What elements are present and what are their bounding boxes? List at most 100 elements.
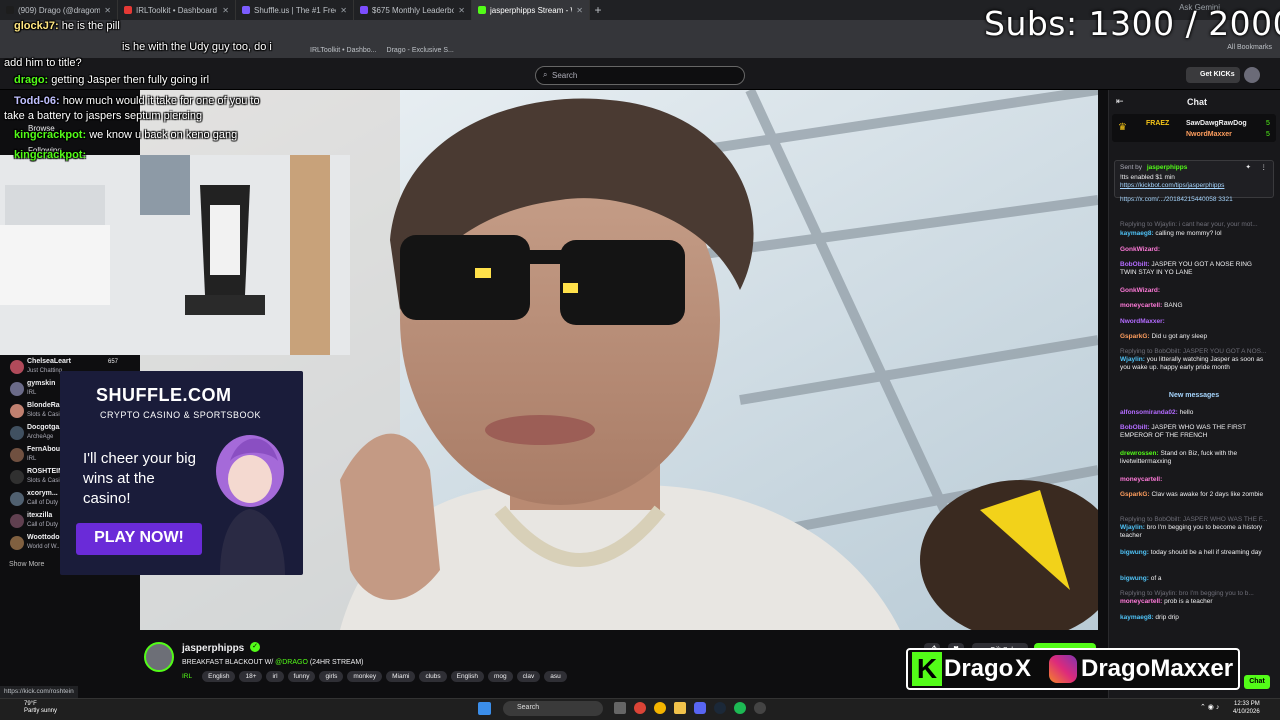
taskbar-clock[interactable]: 12:33 PM 4/10/2026 xyxy=(1233,700,1260,716)
stream-tag[interactable]: 18+ xyxy=(239,671,263,682)
chat-username[interactable]: bigwung: xyxy=(1120,575,1149,582)
chat-send-button[interactable]: Chat xyxy=(1244,675,1270,689)
chat-username[interactable]: kaymaeg8: xyxy=(1120,230,1154,237)
shuffle-ad[interactable]: SHUFFLE.COM CRYPTO CASINO & SPORTSBOOK I… xyxy=(60,371,303,575)
browser-tab[interactable]: Shuffle.us | The #1 Free to Play ✕ xyxy=(236,0,354,20)
chat-username[interactable]: kaymaeg8: xyxy=(1120,614,1154,621)
pinned-link[interactable]: https://kickbot.com/tips/jasperphipps xyxy=(1120,182,1268,189)
streamer-name[interactable]: jasperphipps xyxy=(182,643,244,654)
pinned-user[interactable]: jasperphipps xyxy=(1147,164,1187,171)
stream-tag[interactable]: irl xyxy=(266,671,284,682)
category-link[interactable]: IRL xyxy=(180,671,198,682)
new-messages-divider[interactable]: New messages xyxy=(1116,392,1272,399)
chat-message[interactable]: https://x.com/.../20184215440058 3321 xyxy=(1120,196,1270,204)
chat-username[interactable]: BobObilt: xyxy=(1120,261,1150,268)
explorer-icon[interactable] xyxy=(674,702,686,714)
chat-username[interactable]: moneycartell: xyxy=(1120,598,1162,605)
chat-message[interactable]: moneycartell: BANG xyxy=(1120,302,1270,310)
stream-tag[interactable]: funny xyxy=(287,671,316,682)
chat-message[interactable]: bigwung: today should be a hell if strea… xyxy=(1120,549,1270,557)
collapse-chat-icon[interactable]: ⇤ xyxy=(1116,96,1124,107)
stream-tag[interactable]: Miami xyxy=(386,671,416,682)
steam-icon[interactable] xyxy=(714,702,726,714)
close-tab-icon[interactable]: ✕ xyxy=(104,6,111,15)
task-view-icon[interactable] xyxy=(614,702,626,714)
close-tab-icon[interactable]: ✕ xyxy=(576,6,583,15)
stream-tags: IRL English 18+ irl funny girls monkey Miami cl… xyxy=(180,671,567,682)
chat-message[interactable]: drewrossen: Stand on Biz, fuck with the … xyxy=(1120,450,1270,466)
chat-username[interactable]: BobObilt: xyxy=(1120,424,1150,431)
system-tray[interactable]: ⌃ ◉ ♪ xyxy=(1200,703,1219,711)
browser-tab[interactable]: IRLToolkit • Dashboard ✕ xyxy=(118,0,236,20)
taskbar-search[interactable]: Search xyxy=(503,701,603,716)
channel-category: IRL xyxy=(27,390,37,396)
chat-username[interactable]: Wjaylin: xyxy=(1120,524,1145,531)
stream-tag[interactable]: clubs xyxy=(419,671,447,682)
spotify-icon[interactable] xyxy=(734,702,746,714)
chat-message[interactable]: kaymaeg8: calling me mommy? lol xyxy=(1120,230,1270,238)
chat-message[interactable]: bigwung: of a xyxy=(1120,575,1270,583)
obs-icon[interactable] xyxy=(754,702,766,714)
chat-message[interactable]: GonkWizard: xyxy=(1120,287,1270,295)
browser-tab[interactable]: $675 Monthly Leaderboard | D✕ xyxy=(354,0,472,20)
chat-username[interactable]: GsparkG: xyxy=(1120,491,1150,498)
chrome-icon[interactable] xyxy=(634,702,646,714)
chat-message[interactable]: Wjaylin: bro I'm begging you to become a… xyxy=(1120,524,1270,540)
weather-widget[interactable]: 79°F Partly sunny xyxy=(24,701,57,715)
anime-mascot-icon xyxy=(216,435,285,575)
play-now-button[interactable]: PLAY NOW! xyxy=(76,523,202,555)
chat-username[interactable]: bigwung: xyxy=(1120,549,1149,556)
start-icon[interactable] xyxy=(478,702,491,715)
stream-tag[interactable]: English xyxy=(202,671,236,682)
chat-username[interactable]: moneycartell: xyxy=(1120,476,1162,483)
bookmark-irltoolkit[interactable]: IRLToolkit • Dashbo... xyxy=(310,47,377,54)
overlay-chat-user: glockJ7: xyxy=(14,20,59,32)
search-input[interactable]: Search xyxy=(535,66,745,85)
overlay-chat-user: Todd-06: xyxy=(14,95,60,107)
bookmark-drago[interactable]: Drago - Exclusive S... xyxy=(387,47,454,54)
pin-icon[interactable]: ✦ xyxy=(1246,163,1251,171)
new-tab-button[interactable]: + xyxy=(590,3,606,17)
stream-tag[interactable]: English xyxy=(450,671,484,682)
chat-message[interactable]: GsparkG: Did u got any sleep xyxy=(1120,333,1270,341)
close-tab-icon[interactable]: ✕ xyxy=(222,6,229,15)
close-tab-icon[interactable]: ✕ xyxy=(458,6,465,15)
chrome-alt-icon[interactable] xyxy=(654,702,666,714)
more-icon[interactable]: ⋮ xyxy=(1261,163,1268,171)
show-more-link[interactable]: Show More xyxy=(9,561,44,568)
stream-tag[interactable]: clav xyxy=(516,671,541,682)
close-tab-icon[interactable]: ✕ xyxy=(340,6,347,15)
chat-username[interactable]: GonkWizard: xyxy=(1120,287,1160,294)
browser-tab[interactable]: (909) Drago (@dragomaxxer) / X✕ xyxy=(0,0,118,20)
stream-tag[interactable]: girls xyxy=(319,671,344,682)
get-kicks-button[interactable]: Get KICKs xyxy=(1186,67,1240,83)
chat-username[interactable]: NwordMaxxer: xyxy=(1120,318,1165,325)
stream-tag[interactable]: asu xyxy=(544,671,567,682)
browser-tab[interactable]: jasperphipps Stream - Watch ✕ xyxy=(472,0,590,20)
chat-username[interactable]: Wjaylin: xyxy=(1120,356,1145,363)
chat-username[interactable]: drewrossen: xyxy=(1120,450,1159,457)
stream-tag[interactable]: mog xyxy=(488,671,513,682)
user-avatar[interactable] xyxy=(1244,67,1260,83)
overlay-chat-line: glockJ7: he is the pill xyxy=(14,20,120,32)
chat-message[interactable]: NwordMaxxer: xyxy=(1120,318,1270,326)
streamer-avatar[interactable] xyxy=(144,642,174,672)
chat-message[interactable]: BobObilt: JASPER WHO WAS THE FIRST EMPER… xyxy=(1120,424,1270,440)
chat-message[interactable]: moneycartell: xyxy=(1120,476,1270,484)
stream-title-mention[interactable]: @DRAGO xyxy=(275,659,308,666)
chat-username[interactable]: alfonsomiranda02: xyxy=(1120,409,1178,416)
all-bookmarks-button[interactable]: All Bookmarks xyxy=(1227,44,1272,51)
chat-message[interactable]: kaymaeg8: drip drip xyxy=(1120,614,1270,622)
chat-message[interactable]: BobObilt: JASPER YOU GOT A NOSE RING TWI… xyxy=(1120,261,1270,277)
chat-username[interactable]: GonkWizard: xyxy=(1120,246,1160,253)
chat-message[interactable]: GsparkG: Clav was awake for 2 days like … xyxy=(1120,491,1270,499)
chat-message[interactable]: moneycartell: prob is a teacher xyxy=(1120,598,1270,606)
chat-username[interactable]: GsparkG: xyxy=(1120,333,1150,340)
pinned-message[interactable]: Sent by jasperphipps ✦ ⋮ !tts enabled $1… xyxy=(1114,160,1274,198)
chat-message[interactable]: Wjaylin: you litterally watching Jasper … xyxy=(1120,356,1270,372)
stream-tag[interactable]: monkey xyxy=(347,671,383,682)
chat-message[interactable]: GonkWizard: xyxy=(1120,246,1270,254)
chat-username[interactable]: moneycartell: xyxy=(1120,302,1162,309)
discord-icon[interactable] xyxy=(694,702,706,714)
chat-message[interactable]: alfonsomiranda02: hello xyxy=(1120,409,1270,417)
